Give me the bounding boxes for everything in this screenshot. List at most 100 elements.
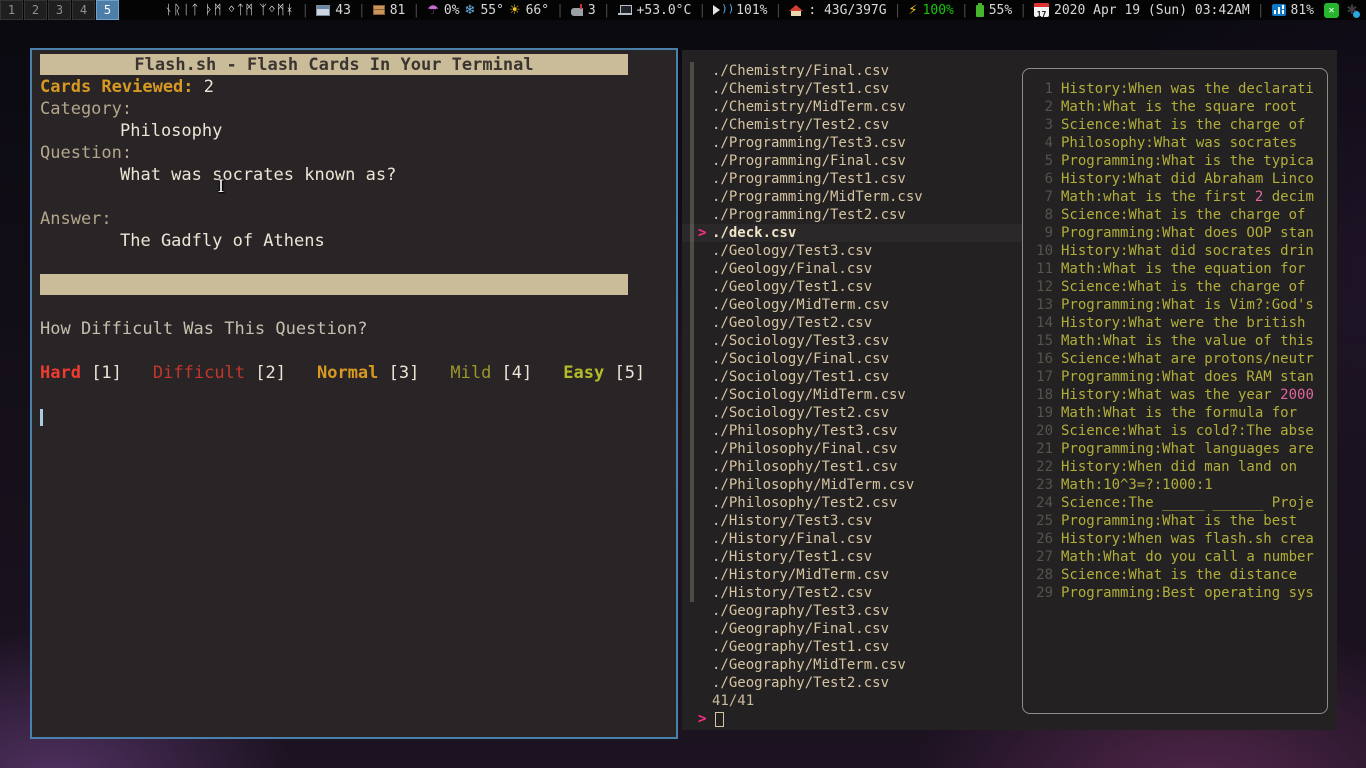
line-number: 18 [1029, 386, 1053, 404]
workspace-button-4[interactable]: 4 [72, 0, 95, 20]
fzf-prompt-row[interactable]: > [698, 710, 724, 728]
file-row[interactable]: ./Geography/Final.csv [682, 620, 1022, 638]
preview-line: 9Programming:What does OOP stan [1029, 224, 1321, 242]
file-row[interactable]: ./Programming/MidTerm.csv [682, 188, 1022, 206]
preview-line: 8Science:What is the charge of [1029, 206, 1321, 224]
pointer-gutter [698, 476, 712, 494]
file-row[interactable]: ./Geology/Test1.csv [682, 278, 1022, 296]
separator: | [301, 3, 309, 18]
pointer-gutter [698, 458, 712, 476]
file-row[interactable]: ./Philosophy/MidTerm.csv [682, 476, 1022, 494]
file-row[interactable]: ./History/MidTerm.csv [682, 566, 1022, 584]
preview-text: Science:What is the distance [1061, 566, 1297, 584]
difficulty-key: [1] [81, 363, 122, 383]
preview-line: 6History:What did Abraham Linco [1029, 170, 1321, 188]
difficulty-option-easy[interactable]: Easy [5] [563, 363, 645, 383]
difficulty-option-difficult[interactable]: Difficult [2] [153, 363, 286, 383]
file-row[interactable]: ./History/Test3.csv [682, 512, 1022, 530]
file-row[interactable]: ./Geography/Test1.csv [682, 638, 1022, 656]
file-name: ./Programming/Final.csv [712, 152, 906, 170]
file-row[interactable]: ./Sociology/Test2.csv [682, 404, 1022, 422]
difficulty-option-hard[interactable]: Hard [1] [40, 363, 122, 383]
file-row[interactable]: ./Programming/Final.csv [682, 152, 1022, 170]
laptop-icon [618, 5, 632, 15]
difficulty-key: [3] [378, 363, 419, 383]
file-row[interactable]: ./Geography/Test3.csv [682, 602, 1022, 620]
snowflake-icon: ❄ [465, 3, 476, 18]
workspace-button-1[interactable]: 1 [0, 0, 23, 20]
preview-line: 18History:What was the year 2000 [1029, 386, 1321, 404]
file-row[interactable]: ./History/Test1.csv [682, 548, 1022, 566]
line-number: 21 [1029, 440, 1053, 458]
preview-line: 1History:When was the declarati [1029, 80, 1321, 98]
preview-line: 24Science:The _____ ______ Proje [1029, 494, 1321, 512]
file-row[interactable]: ./Sociology/MidTerm.csv [682, 386, 1022, 404]
file-name: ./Philosophy/Test3.csv [712, 422, 897, 440]
file-row[interactable]: ./Geography/MidTerm.csv [682, 656, 1022, 674]
line-number: 20 [1029, 422, 1053, 440]
preview-text: Programming:What does RAM stan [1061, 368, 1314, 386]
file-row[interactable]: ./Chemistry/MidTerm.csv [682, 98, 1022, 116]
preview-line: 14History:What were the british [1029, 314, 1321, 332]
file-row[interactable]: ./Sociology/Test3.csv [682, 332, 1022, 350]
difficulty-option-normal[interactable]: Normal [3] [317, 363, 419, 383]
workspace-button-2[interactable]: 2 [24, 0, 47, 20]
file-name: ./Geology/Final.csv [712, 260, 872, 278]
file-row[interactable]: ./Geography/Test2.csv [682, 674, 1022, 692]
file-name: ./Sociology/Test3.csv [712, 332, 889, 350]
file-row[interactable]: ./Geology/MidTerm.csv [682, 296, 1022, 314]
file-row[interactable]: >./deck.csv [682, 224, 1022, 242]
preview-text: Philosophy:What was socrates [1061, 134, 1297, 152]
file-row[interactable]: ./Sociology/Final.csv [682, 350, 1022, 368]
separator: | [1019, 3, 1027, 18]
file-row[interactable]: ./Philosophy/Test2.csv [682, 494, 1022, 512]
preview-text: Programming:What is the typica [1061, 152, 1314, 170]
workspace-button-5[interactable]: 5 [96, 0, 119, 20]
file-row[interactable]: ./History/Test2.csv [682, 584, 1022, 602]
preview-line: 20Science:What is cold?:The abse [1029, 422, 1321, 440]
preview-text: History:What were the british [1061, 314, 1305, 332]
pointer-gutter [698, 170, 712, 188]
preview-text: Science:What is the charge of [1061, 116, 1305, 134]
file-row[interactable]: ./Programming/Test3.csv [682, 134, 1022, 152]
pointer-gutter [698, 98, 712, 116]
file-row[interactable]: ./History/Final.csv [682, 530, 1022, 548]
line-number: 7 [1029, 188, 1053, 206]
file-row[interactable]: ./Philosophy/Final.csv [682, 440, 1022, 458]
file-row[interactable]: ./Programming/Test2.csv [682, 206, 1022, 224]
pointer-gutter [698, 638, 712, 656]
file-row[interactable]: ./Programming/Test1.csv [682, 170, 1022, 188]
file-row[interactable]: ./Chemistry/Test1.csv [682, 80, 1022, 98]
file-name: ./Geology/MidTerm.csv [712, 296, 889, 314]
difficulty-option-mild[interactable]: Mild [4] [450, 363, 532, 383]
line-number: 6 [1029, 170, 1053, 188]
pointer-gutter [698, 584, 712, 602]
file-row[interactable]: ./Sociology/Test1.csv [682, 368, 1022, 386]
file-name: ./Sociology/Final.csv [712, 350, 889, 368]
file-row[interactable]: ./Geology/Test2.csv [682, 314, 1022, 332]
line-number: 22 [1029, 458, 1053, 476]
tray-green-x-icon[interactable]: ✕ [1324, 3, 1339, 18]
category-label: Category: [32, 98, 676, 120]
cursor-line [32, 406, 676, 428]
preview-line: 4Philosophy:What was socrates [1029, 134, 1321, 152]
file-name: ./Philosophy/Test1.csv [712, 458, 897, 476]
file-row[interactable]: ./Chemistry/Final.csv [682, 62, 1022, 80]
line-number: 5 [1029, 152, 1053, 170]
preview-text: 2 [1255, 188, 1263, 206]
file-row[interactable]: ./Geology/Final.csv [682, 260, 1022, 278]
file-row[interactable]: ./Geology/Test3.csv [682, 242, 1022, 260]
difficulty-options: Hard [1] Difficult [2] Normal [3] Mild [4] E… [32, 362, 676, 384]
file-row[interactable]: ./Philosophy/Test1.csv [682, 458, 1022, 476]
file-name: ./Chemistry/Test1.csv [712, 80, 889, 98]
preview-text: Math:What is the square root [1061, 98, 1297, 116]
file-row[interactable]: ./Chemistry/Test2.csv [682, 116, 1022, 134]
rune-clock-text: ᚾᚱᛁᛏ ᚦᛗ ᛜᛏᛗ ᛉᛜᛗᚼ [165, 3, 295, 18]
pointer-gutter [698, 260, 712, 278]
flameshot-tray-icon[interactable]: ✱ [1344, 3, 1360, 18]
file-name: ./Geology/Test3.csv [712, 242, 872, 260]
file-row[interactable]: ./Philosophy/Test3.csv [682, 422, 1022, 440]
preview-text: Programming:What languages are [1061, 440, 1314, 458]
workspace-button-3[interactable]: 3 [48, 0, 71, 20]
line-number: 27 [1029, 548, 1053, 566]
